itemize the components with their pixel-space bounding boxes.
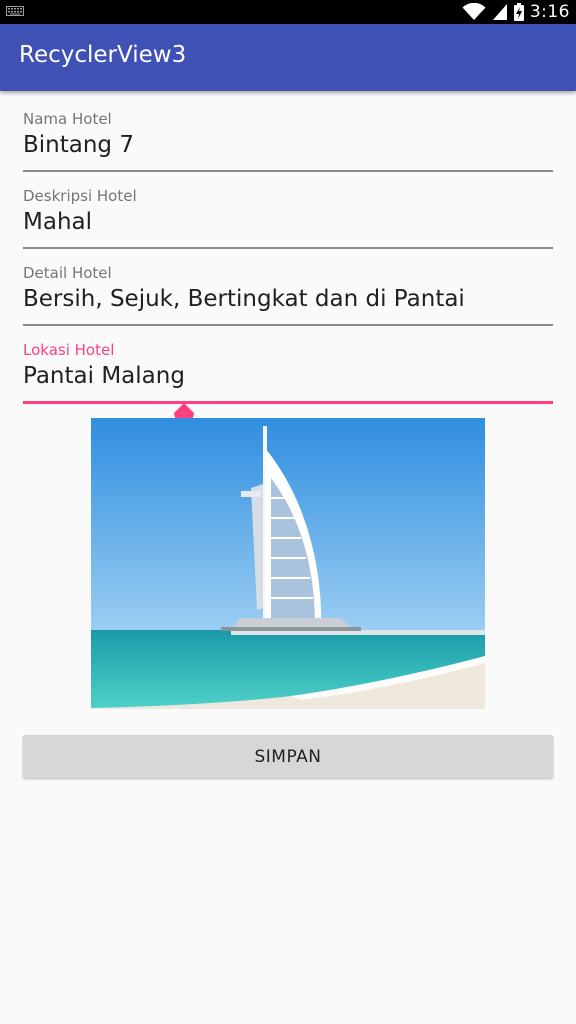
lokasi-hotel-label: Lokasi Hotel [23,341,115,359]
keyboard-icon [6,6,24,16]
hotel-image [91,418,485,709]
wifi-icon [462,3,486,20]
deskripsi-hotel-underline [23,247,553,249]
save-button[interactable]: SIMPAN [23,735,553,778]
cellular-signal-icon [492,4,507,20]
app-bar: RecyclerView3 [0,24,576,91]
deskripsi-hotel-label: Deskripsi Hotel [23,187,137,205]
nama-hotel-input[interactable]: Bintang 7 [23,132,134,158]
nama-hotel-label: Nama Hotel [23,110,112,128]
status-bar: 3:16 [0,0,576,24]
lokasi-hotel-input[interactable]: Pantai Malang [23,363,185,389]
detail-hotel-input[interactable]: Bersih, Sejuk, Bertingkat dan di Pantai [23,286,465,312]
lokasi-hotel-underline [23,401,553,404]
detail-hotel-underline [23,324,553,326]
detail-hotel-label: Detail Hotel [23,264,112,282]
app-title: RecyclerView3 [19,42,187,68]
status-time: 3:16 [529,2,570,22]
battery-charging-icon [513,3,524,21]
nama-hotel-underline [23,170,553,172]
deskripsi-hotel-input[interactable]: Mahal [23,209,92,235]
